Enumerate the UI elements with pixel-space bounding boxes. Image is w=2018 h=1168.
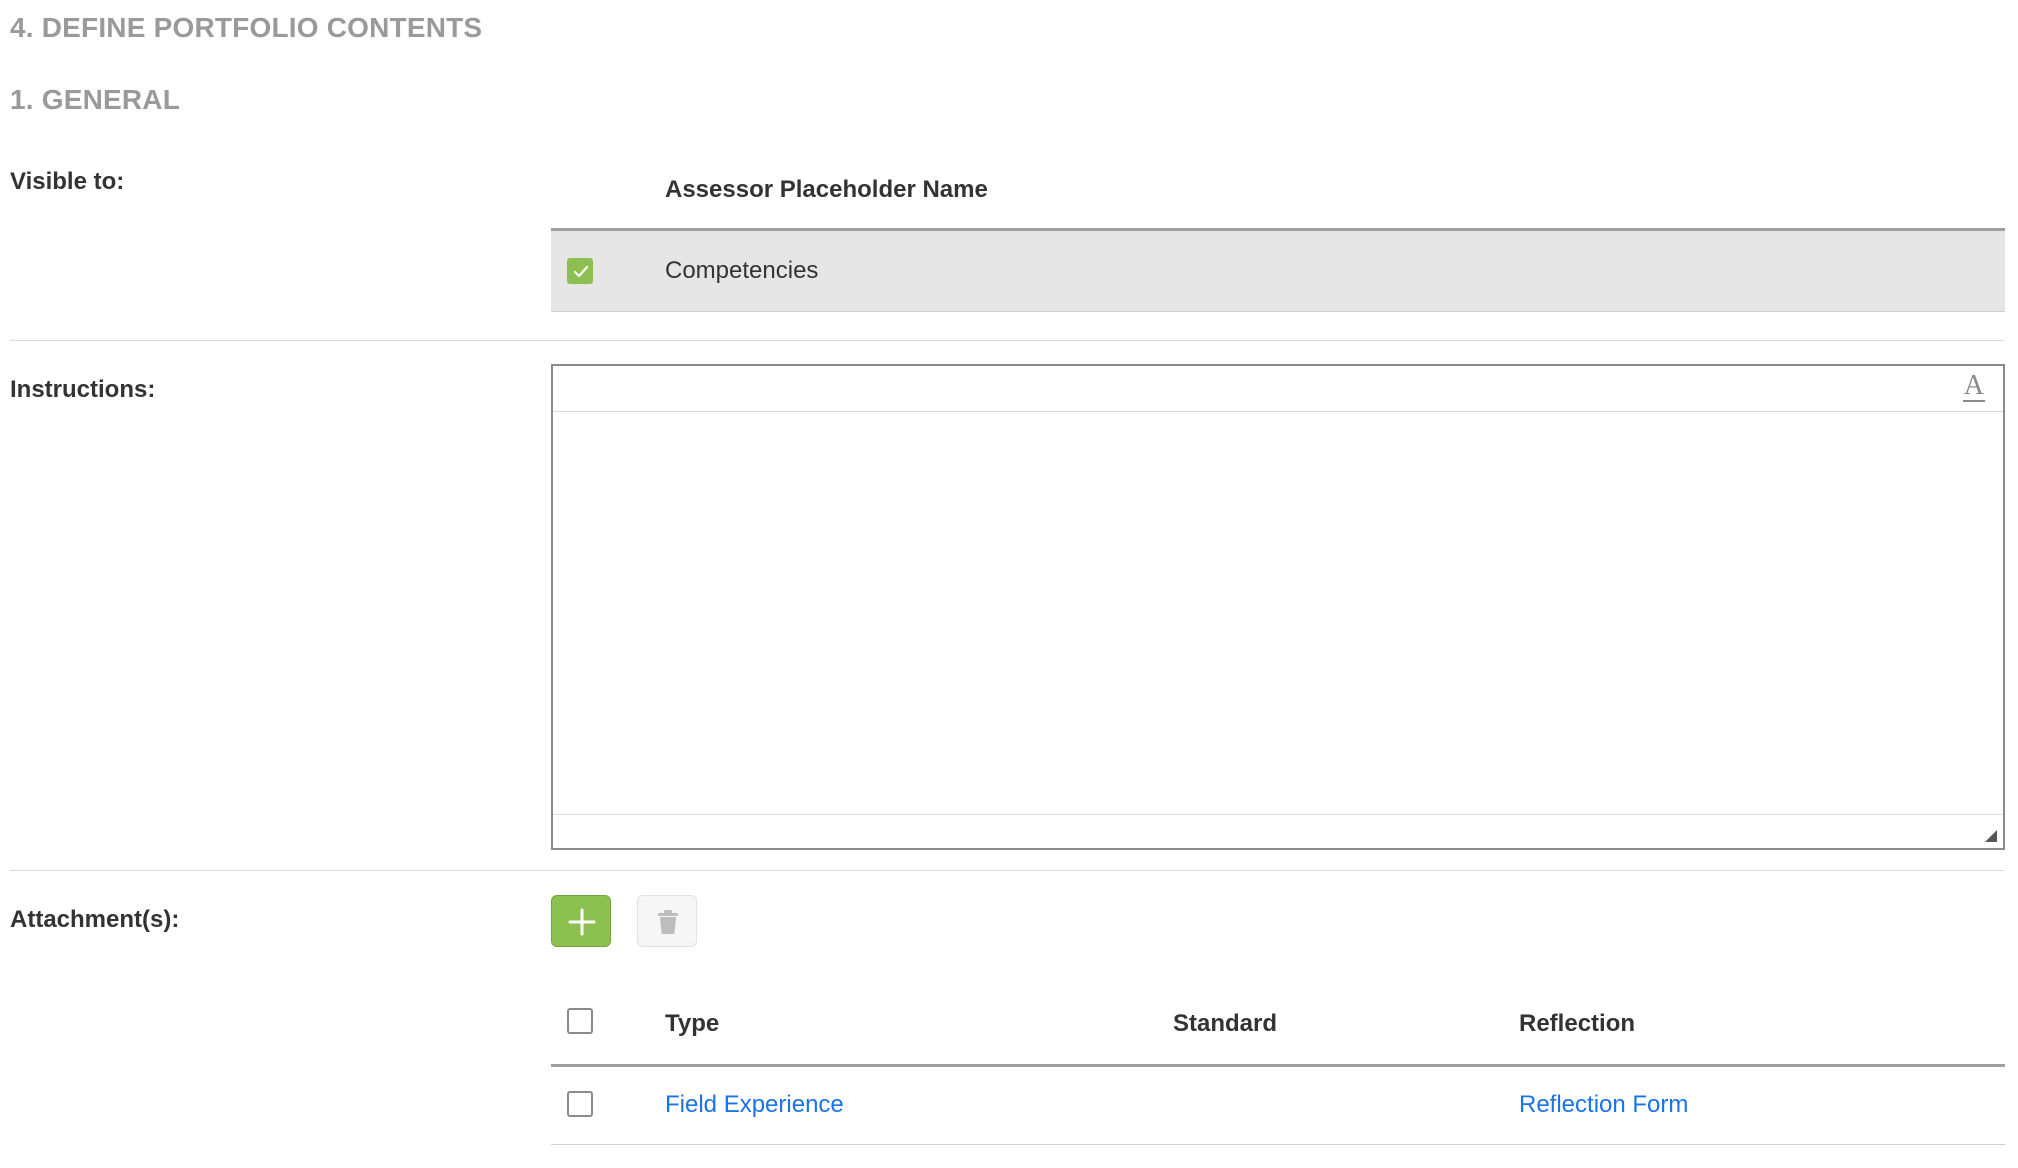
select-all-checkbox[interactable] (567, 1008, 593, 1034)
instructions-editor[interactable]: A (551, 364, 2005, 850)
column-header-assessor: Assessor Placeholder Name (665, 176, 988, 203)
instructions-label: Instructions: (10, 376, 156, 403)
plus-icon (568, 908, 596, 936)
resize-handle-icon[interactable] (1985, 830, 1997, 842)
add-attachment-button[interactable] (551, 895, 611, 947)
instructions-textarea[interactable] (553, 412, 2003, 814)
section-heading-portfolio: 4. DEFINE PORTFOLIO CONTENTS (10, 12, 483, 43)
divider (10, 870, 2005, 871)
editor-footer (553, 814, 2003, 848)
visible-to-row-competencies[interactable]: Competencies (551, 231, 2005, 312)
trash-icon (658, 910, 678, 934)
editor-toolbar: A (553, 366, 2003, 412)
visible-to-header: Assessor Placeholder Name (551, 160, 2005, 231)
checkmark-icon (573, 265, 589, 278)
column-header-standard: Standard (1173, 1010, 1278, 1037)
portfolio-page: 4. DEFINE PORTFOLIO CONTENTS 1. GENERAL … (0, 0, 2018, 1168)
competencies-checkbox[interactable] (567, 258, 593, 284)
attachments-header: Type Standard Reflection (551, 990, 2005, 1067)
attachments-table: Type Standard Reflection Field Experienc… (551, 990, 2005, 1145)
divider (10, 340, 2005, 341)
visible-to-label: Visible to: (10, 168, 125, 195)
text-format-icon[interactable]: A (1962, 372, 1985, 402)
attachments-label: Attachment(s): (10, 906, 180, 933)
delete-attachment-button[interactable] (637, 895, 697, 947)
reflection-form-link[interactable]: Reflection Form (1519, 1091, 1688, 1119)
field-experience-link[interactable]: Field Experience (665, 1091, 844, 1119)
column-header-reflection: Reflection (1519, 1010, 1636, 1037)
table-row: Field Experience Reflection Form (551, 1067, 2005, 1145)
competencies-label: Competencies (665, 257, 819, 284)
section-heading-general: 1. GENERAL (10, 84, 181, 115)
column-header-type: Type (665, 1010, 720, 1037)
row-checkbox[interactable] (567, 1091, 593, 1117)
visible-to-table: Assessor Placeholder Name Competencies (551, 160, 2005, 312)
